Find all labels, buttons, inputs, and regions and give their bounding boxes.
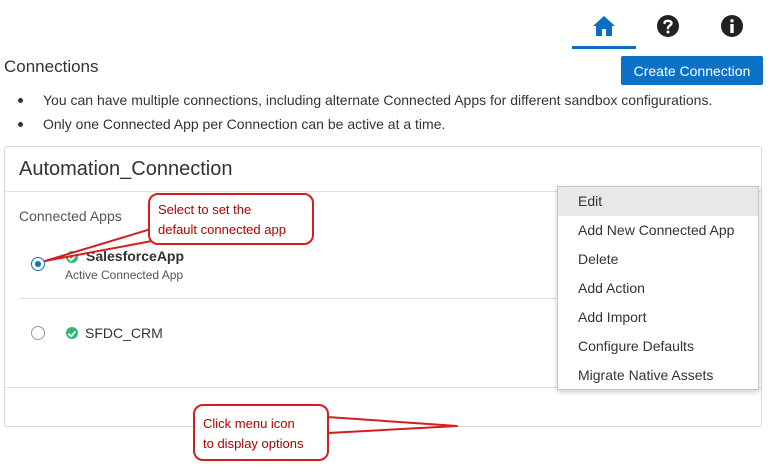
callout-line: to display options — [203, 436, 304, 451]
callout-radio-hint: Select to set the default connected app — [148, 193, 314, 245]
callout-pointer — [44, 228, 153, 262]
callout-arrows — [44, 228, 458, 434]
callout-line: default connected app — [158, 222, 286, 237]
callout-line: Click menu icon — [203, 416, 295, 431]
callout-pointer — [326, 416, 458, 434]
callout-line: Select to set the — [158, 202, 252, 217]
callout-menu-hint: Click menu icon to display options — [193, 404, 329, 461]
